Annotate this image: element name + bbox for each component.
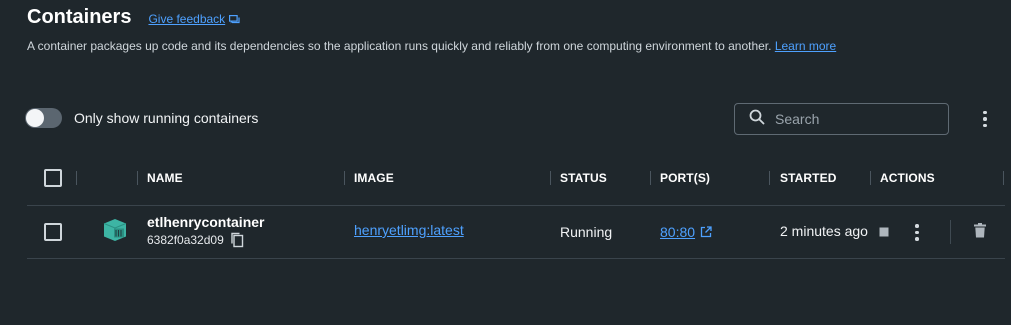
column-header-name[interactable]: NAME <box>147 158 183 198</box>
column-divider <box>870 171 871 185</box>
give-feedback-label: Give feedback <box>148 12 226 26</box>
table-header: NAME IMAGE STATUS PORT(S) STARTED ACTION… <box>27 158 1005 206</box>
row-checkbox[interactable] <box>44 223 62 241</box>
column-divider <box>650 171 651 185</box>
select-all-checkbox[interactable] <box>44 169 62 187</box>
external-link-icon[interactable] <box>700 226 712 238</box>
stop-icon[interactable] <box>879 227 889 237</box>
image-link[interactable]: henryetlimg:latest <box>354 222 464 238</box>
container-name[interactable]: etlhenrycontainer <box>147 214 264 230</box>
ports-cell: 80:80 <box>660 224 712 240</box>
column-header-status[interactable]: STATUS <box>560 158 607 198</box>
action-divider <box>950 220 951 244</box>
containers-page: Containers Give feedback A container pac… <box>0 0 1011 325</box>
search-input[interactable] <box>775 111 935 127</box>
table-row[interactable]: etlhenrycontainer 6382f0a32d09 henryetli… <box>27 206 1005 259</box>
name-cell: etlhenrycontainer 6382f0a32d09 <box>147 214 264 248</box>
select-all-cell <box>44 158 62 198</box>
container-id-wrap: 6382f0a32d09 <box>147 232 244 248</box>
container-id: 6382f0a32d09 <box>147 233 224 247</box>
port-link[interactable]: 80:80 <box>660 224 695 240</box>
trash-icon[interactable] <box>974 223 986 238</box>
column-header-ports[interactable]: PORT(S) <box>660 158 710 198</box>
status-cell: Running <box>560 224 612 240</box>
container-icon <box>102 218 128 242</box>
status-text: Running <box>560 224 613 240</box>
description-text: A container packages up code and its dep… <box>27 39 772 53</box>
column-divider <box>1003 171 1004 185</box>
chat-icon <box>229 14 240 24</box>
started-cell: 2 minutes ago <box>780 223 868 239</box>
learn-more-link[interactable]: Learn more <box>775 39 836 53</box>
toggle-knob <box>26 109 44 127</box>
page-description: A container packages up code and its dep… <box>27 39 836 53</box>
column-header-started[interactable]: STARTED <box>780 158 836 198</box>
give-feedback-link[interactable]: Give feedback <box>148 12 240 26</box>
column-divider <box>769 171 770 185</box>
copy-icon[interactable] <box>230 232 244 248</box>
started-text: 2 minutes ago <box>780 223 868 239</box>
row-select-cell <box>44 223 62 241</box>
kebab-menu-icon[interactable] <box>978 108 992 130</box>
running-toggle[interactable] <box>25 108 62 128</box>
page-header: Containers Give feedback <box>27 6 240 29</box>
column-header-image[interactable]: IMAGE <box>354 158 394 198</box>
running-toggle-label: Only show running containers <box>74 110 259 126</box>
search-icon <box>749 109 765 130</box>
column-divider <box>344 171 345 185</box>
row-kebab-menu-icon[interactable] <box>915 224 919 241</box>
page-title: Containers <box>27 6 132 28</box>
running-filter: Only show running containers <box>25 108 258 128</box>
column-header-actions: ACTIONS <box>880 171 935 185</box>
search-box[interactable] <box>734 103 949 135</box>
column-divider <box>550 171 551 185</box>
column-divider <box>137 171 138 185</box>
column-divider <box>76 171 77 185</box>
image-cell: henryetlimg:latest <box>354 222 464 238</box>
